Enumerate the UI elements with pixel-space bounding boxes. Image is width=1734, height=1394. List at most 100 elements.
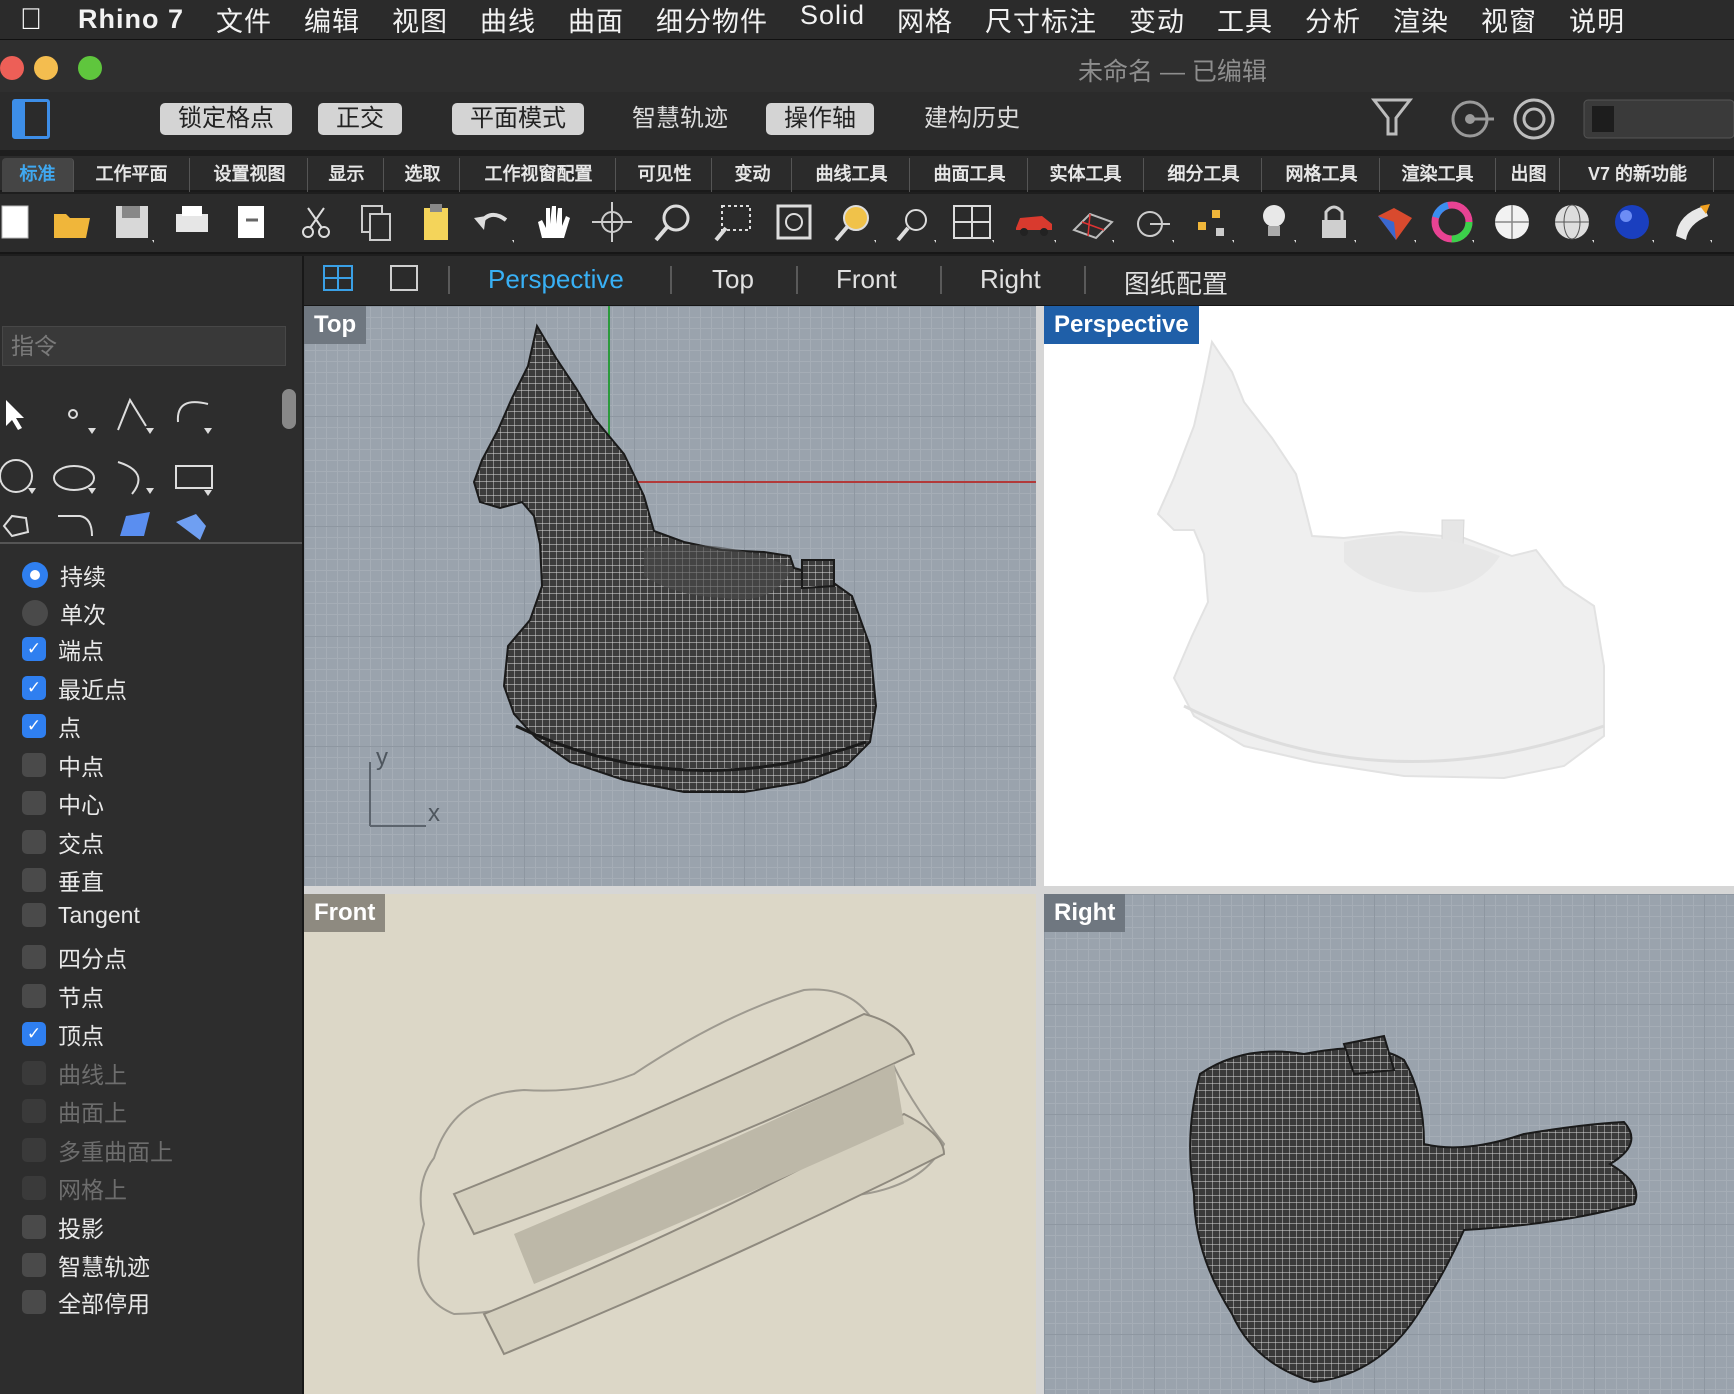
solid-tool-icon[interactable] bbox=[176, 514, 206, 540]
app-menu[interactable]: Rhino 7 bbox=[62, 4, 200, 35]
color-wheel-icon[interactable] bbox=[1430, 200, 1474, 244]
toolbar-tab[interactable]: V7 的新功能 bbox=[1562, 158, 1714, 192]
osnap-option[interactable]: 曲线上 bbox=[22, 1056, 127, 1090]
car-icon[interactable] bbox=[1012, 200, 1056, 244]
viewport-splitter-horizontal[interactable] bbox=[304, 886, 1734, 894]
toolbar-tab[interactable]: 标准 bbox=[2, 158, 74, 192]
osnap-option[interactable]: 多重曲面上 bbox=[22, 1133, 173, 1167]
points-icon[interactable] bbox=[1190, 200, 1234, 244]
checkbox[interactable] bbox=[22, 1214, 46, 1239]
osnap-option[interactable]: 投影 bbox=[22, 1210, 104, 1244]
shaded-sphere-icon[interactable] bbox=[1490, 200, 1534, 244]
undo-view-icon[interactable] bbox=[892, 200, 936, 244]
menu-item[interactable]: 曲面 bbox=[552, 0, 640, 39]
viewport-tab[interactable]: 图纸配置 bbox=[1124, 264, 1228, 301]
zoom-window-icon[interactable] bbox=[712, 200, 756, 244]
copy-icon[interactable] bbox=[354, 200, 398, 244]
toolbar-tab[interactable]: 显示 bbox=[310, 158, 384, 192]
ellipse-tool-icon[interactable] bbox=[53, 465, 96, 494]
single-view-layout-icon[interactable] bbox=[388, 263, 422, 293]
toolbar-tab[interactable]: 出图 bbox=[1498, 158, 1560, 192]
osnap-option[interactable]: 节点 bbox=[22, 979, 104, 1013]
mode-button[interactable]: 正交 bbox=[318, 103, 402, 135]
circle-tool-icon[interactable] bbox=[0, 459, 36, 494]
record-history-icon[interactable] bbox=[1513, 98, 1555, 140]
viewport-right[interactable]: Right bbox=[1044, 894, 1734, 1394]
osnap-option[interactable]: 曲面上 bbox=[22, 1094, 127, 1128]
save-icon[interactable] bbox=[110, 200, 154, 244]
radio-button[interactable] bbox=[22, 600, 48, 626]
toolbar-tab[interactable]: 工作平面 bbox=[74, 158, 190, 192]
checkbox[interactable] bbox=[22, 903, 46, 927]
arc-tool-icon[interactable] bbox=[117, 461, 154, 495]
point-tool-icon[interactable] bbox=[68, 409, 96, 434]
toolbar-tab[interactable]: 设置视图 bbox=[192, 158, 308, 192]
filter-icon[interactable] bbox=[1370, 98, 1414, 136]
menu-item[interactable]: 分析 bbox=[1289, 0, 1377, 39]
import-icon[interactable] bbox=[230, 200, 274, 244]
menu-item[interactable]: 文件 bbox=[200, 0, 288, 39]
apple-logo-icon[interactable]:  bbox=[0, 3, 62, 37]
checkbox[interactable] bbox=[22, 1060, 46, 1085]
mode-button[interactable]: 平面模式 bbox=[452, 103, 584, 135]
toolbar-tab[interactable]: 工作视窗配置 bbox=[462, 158, 616, 192]
viewport-tab[interactable]: Front bbox=[836, 264, 897, 295]
print-icon[interactable] bbox=[170, 200, 214, 244]
menu-item[interactable]: 渲染 bbox=[1377, 0, 1465, 39]
osnap-option[interactable]: ✓ 顶点 bbox=[22, 1017, 104, 1051]
checkbox[interactable] bbox=[22, 1290, 46, 1314]
new-file-icon[interactable] bbox=[0, 200, 38, 244]
palette-scrollbar[interactable] bbox=[282, 389, 296, 429]
sidebar-toggle-icon[interactable] bbox=[12, 99, 50, 139]
toolbar-tab[interactable]: 渲染工具 bbox=[1380, 158, 1496, 192]
four-view-layout-icon[interactable] bbox=[322, 263, 356, 293]
toolbar-tab[interactable]: 变动 bbox=[714, 158, 792, 192]
cut-icon[interactable] bbox=[294, 200, 338, 244]
checkbox[interactable] bbox=[22, 791, 46, 815]
undo-icon[interactable] bbox=[470, 200, 514, 244]
checkbox[interactable] bbox=[22, 1176, 46, 1200]
light-icon[interactable] bbox=[1252, 200, 1296, 244]
mode-button[interactable]: 操作轴 bbox=[766, 103, 874, 135]
rectangle-tool-icon[interactable] bbox=[175, 465, 213, 496]
checkbox[interactable] bbox=[22, 1253, 46, 1277]
menu-item[interactable]: 变动 bbox=[1113, 0, 1201, 39]
viewport-tab[interactable]: Top bbox=[712, 264, 754, 295]
toolbar-tab[interactable]: 细分工具 bbox=[1146, 158, 1262, 192]
four-viewports-icon[interactable] bbox=[950, 200, 994, 244]
checkbox[interactable]: ✓ bbox=[22, 1022, 46, 1046]
menu-item[interactable]: 曲线 bbox=[464, 0, 552, 39]
slider-track[interactable] bbox=[1583, 99, 1734, 139]
viewport-front[interactable]: Front bbox=[304, 894, 1036, 1394]
viewport-splitter-vertical[interactable] bbox=[1036, 306, 1044, 1394]
toolbar-tab[interactable]: 实体工具 bbox=[1028, 158, 1144, 192]
zoom-icon[interactable] bbox=[652, 200, 696, 244]
menu-item[interactable]: 说明 bbox=[1553, 0, 1641, 39]
osnap-option[interactable]: 智慧轨迹 bbox=[22, 1248, 150, 1282]
minimize-window-button[interactable] bbox=[34, 56, 58, 80]
osnap-option[interactable]: 四分点 bbox=[22, 940, 127, 974]
polygon-tool-icon[interactable] bbox=[2, 514, 30, 538]
menu-item[interactable]: 细分物件 bbox=[640, 0, 784, 39]
viewport-tab[interactable]: Right bbox=[980, 264, 1041, 295]
menu-item[interactable]: 编辑 bbox=[288, 0, 376, 39]
osnap-option[interactable]: ✓ 点 bbox=[22, 709, 81, 743]
toolbar-tab[interactable]: 曲线工具 bbox=[794, 158, 910, 192]
pan-hand-icon[interactable] bbox=[530, 200, 574, 244]
wire-sphere-icon[interactable] bbox=[1550, 200, 1594, 244]
checkbox[interactable]: ✓ bbox=[22, 714, 46, 738]
osnap-option[interactable]: ✓ 端点 bbox=[22, 632, 104, 666]
polyline-tool-icon[interactable] bbox=[117, 397, 154, 434]
cplane-icon[interactable] bbox=[1130, 200, 1174, 244]
checkbox[interactable] bbox=[22, 983, 46, 1008]
rotate-view-icon[interactable] bbox=[590, 200, 634, 244]
osnap-option[interactable]: 交点 bbox=[22, 825, 104, 859]
zoom-selected-icon[interactable] bbox=[832, 200, 876, 244]
checkbox[interactable] bbox=[22, 1137, 46, 1162]
checkbox[interactable]: ✓ bbox=[22, 675, 46, 700]
zoom-extents-icon[interactable] bbox=[772, 200, 816, 244]
osnap-persistence-option[interactable]: 单次 bbox=[22, 596, 106, 630]
open-folder-icon[interactable] bbox=[50, 200, 94, 244]
select-arrow-icon[interactable] bbox=[6, 400, 24, 430]
surface-tool-icon[interactable] bbox=[120, 512, 150, 536]
